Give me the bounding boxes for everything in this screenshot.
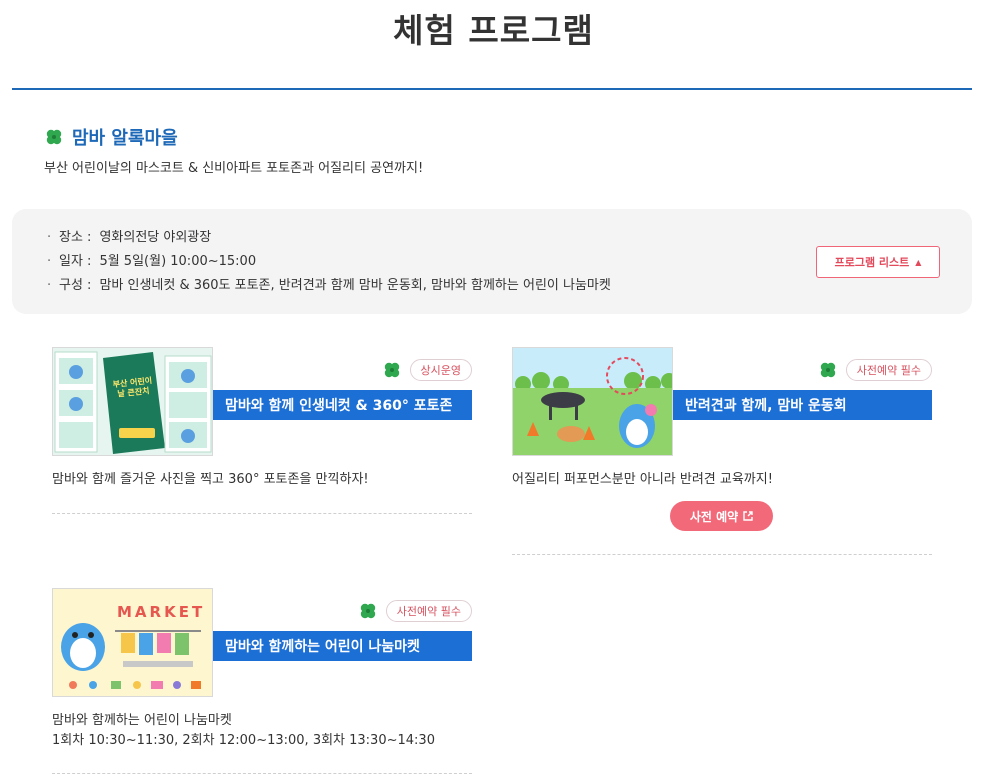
photozone-thumbnail[interactable]: 부산 어린이날 큰잔치 [52,347,213,456]
card-description: 맘바와 함께 즐거운 사진을 찍고 360° 포토존을 만끽하자! [52,472,369,487]
clover-icon [820,362,835,378]
info-value: 영화의전당 야외광장 [99,230,212,245]
title-divider [12,88,972,90]
card-title[interactable]: 맘바와 함께 인생네컷 & 360° 포토존 [213,390,472,420]
info-value: 5월 5일(월) 10:00~15:00 [99,254,257,269]
status-badge: 사전예약 필수 [845,359,932,381]
section-description: 부산 어린이날의 마스코트 & 신비아파트 포토존과 어질리티 공연까지! [44,161,424,176]
bullet: · [47,254,52,269]
program-list-button[interactable]: 프로그램 리스트 ▲ [816,246,940,278]
info-list: · 장소 : 영화의전당 야외광장 · 일자 : 5월 5일(월) 10:00~15:0… [47,229,611,301]
triangle-up-icon: ▲ [915,257,922,267]
program-card-photozone: 부산 어린이날 큰잔치 상시운영 맘바와 함께 인생네컷 & 360° 포토존 … [52,347,472,517]
photozone-image [54,351,212,454]
badge-row: 사전예약 필수 [358,600,472,622]
market-thumbnail[interactable]: MARKET [52,588,213,697]
program-list-label: 프로그램 리스트 [834,256,910,269]
card-title[interactable]: 맘바와 함께하는 어린이 나눔마켓 [213,631,472,661]
external-link-icon [743,511,753,521]
info-box: · 장소 : 영화의전당 야외광장 · 일자 : 5월 5일(월) 10:00~15:0… [12,209,972,314]
card-description: 맘바와 함께하는 어린이 나눔마켓 1회차 10:30~11:30, 2회차 1… [52,711,435,751]
pet-sports-image [513,348,672,455]
section-header: 맘바 알록마을 [44,124,178,150]
clover-icon [360,603,375,619]
info-item-place: · 장소 : 영화의전당 야외광장 [47,229,611,253]
bullet: · [47,278,52,293]
program-card-pet-sports: 사전예약 필수 반려견과 함께, 맘바 운동회 어질리티 퍼포먼스분만 아니라 … [512,347,932,557]
info-item-date: · 일자 : 5월 5일(월) 10:00~15:00 [47,253,611,277]
page-title: 체험 프로그램 [393,11,594,50]
clover-icon [384,362,399,378]
badge-row: 사전예약 필수 [818,359,932,381]
info-label: 구성 : [59,278,92,293]
reserve-button[interactable]: 사전 예약 [670,501,773,531]
info-item-composition: · 구성 : 맘바 인생네컷 & 360도 포토존, 반려견과 함께 맘바 운동회,… [47,277,611,301]
section-title: 맘바 알록마을 [72,128,178,149]
pet-sports-thumbnail[interactable] [512,347,673,456]
clover-icon [46,129,62,145]
market-thumb-text: MARKET [117,603,206,621]
card-description-line: 1회차 10:30~11:30, 2회차 12:00~13:00, 3회차 13… [52,733,435,748]
bullet: · [47,230,52,245]
status-badge: 사전예약 필수 [385,600,472,622]
card-title[interactable]: 반려견과 함께, 맘바 운동회 [673,390,932,420]
card-description-line: 맘바와 함께하는 어린이 나눔마켓 [52,713,232,728]
card-divider [512,554,932,555]
reserve-label: 사전 예약 [689,509,739,524]
info-label: 장소 : [59,230,92,245]
info-label: 일자 : [59,254,92,269]
info-value: 맘바 인생네컷 & 360도 포토존, 반려견과 함께 맘바 운동회, 맘바와 … [99,278,611,293]
card-divider [52,513,472,514]
card-description: 어질리티 퍼포먼스분만 아니라 반려견 교육까지! [512,472,773,487]
status-badge: 상시운영 [409,359,472,381]
badge-row: 상시운영 [382,359,472,381]
program-card-market: MARKET 사전예약 필수 맘바와 함께하는 어린이 나눔마켓 맘바와 함께하… [52,588,472,776]
card-divider [52,773,472,774]
